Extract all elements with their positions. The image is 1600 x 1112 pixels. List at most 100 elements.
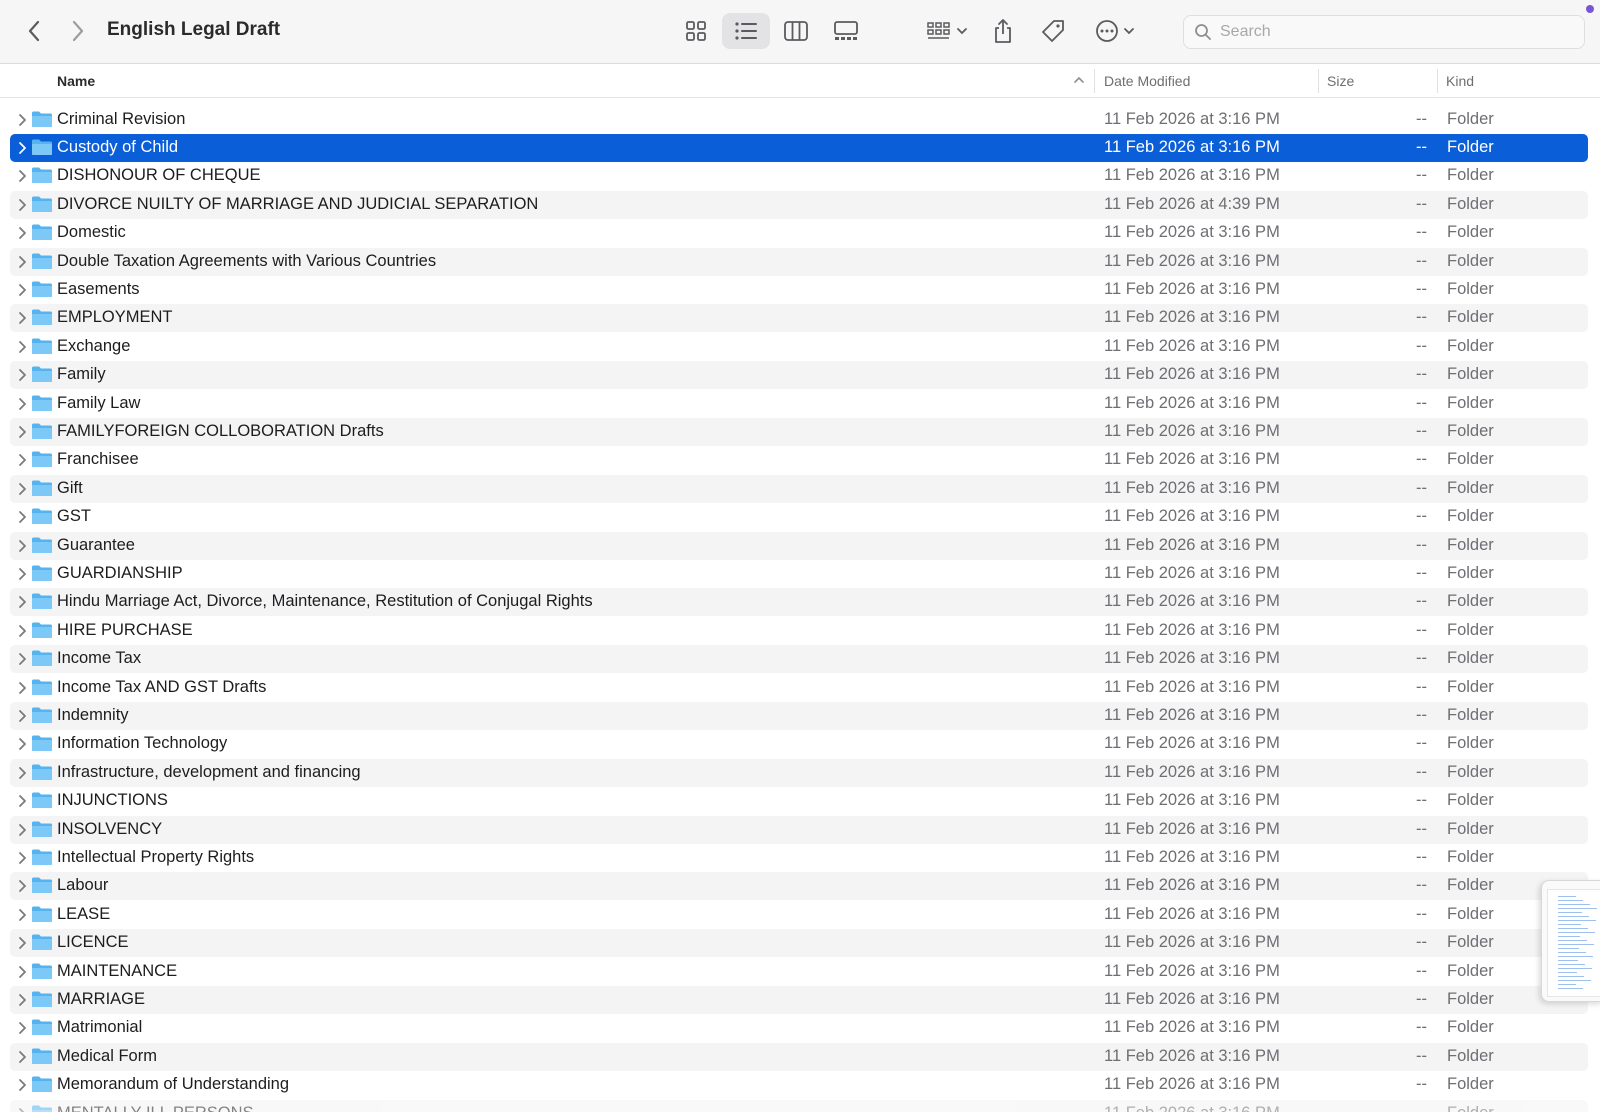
- forward-button[interactable]: [64, 16, 92, 46]
- table-row[interactable]: Labour 11 Feb 2026 at 3:16 PM -- Folder: [10, 872, 1588, 901]
- disclosure-chevron-icon[interactable]: [16, 766, 28, 780]
- gallery-view-button[interactable]: [822, 13, 870, 49]
- disclosure-chevron-icon[interactable]: [16, 595, 28, 609]
- column-separator[interactable]: [1318, 69, 1319, 93]
- disclosure-chevron-icon[interactable]: [16, 993, 28, 1007]
- table-row[interactable]: MENTALLY ILL PERSONS 11 Feb 2026 at 3:16 …: [10, 1099, 1588, 1112]
- search-input[interactable]: [1220, 23, 1560, 41]
- disclosure-chevron-icon[interactable]: [16, 851, 28, 865]
- disclosure-chevron-icon[interactable]: [16, 368, 28, 382]
- disclosure-chevron-icon[interactable]: [16, 1050, 28, 1064]
- column-header-kind[interactable]: Kind: [1446, 73, 1474, 89]
- disclosure-chevron-icon[interactable]: [16, 965, 28, 979]
- screenshot-thumbnail[interactable]: [1541, 880, 1600, 1002]
- table-row[interactable]: Information Technology 11 Feb 2026 at 3:1…: [10, 730, 1588, 758]
- disclosure-chevron-icon[interactable]: [16, 1021, 28, 1035]
- disclosure-chevron-icon[interactable]: [16, 681, 28, 695]
- table-row[interactable]: Family Law 11 Feb 2026 at 3:16 PM -- Folder: [10, 390, 1588, 418]
- disclosure-chevron-icon[interactable]: [16, 169, 28, 183]
- date-modified: 11 Feb 2026 at 3:16 PM: [1104, 876, 1280, 895]
- table-row[interactable]: DISHONOUR OF CHEQUE 11 Feb 2026 at 3:16 P…: [10, 162, 1588, 190]
- file-size: --: [1416, 1075, 1427, 1094]
- table-row[interactable]: Exchange 11 Feb 2026 at 3:16 PM -- Folder: [10, 333, 1588, 361]
- disclosure-chevron-icon[interactable]: [16, 141, 28, 155]
- table-row[interactable]: HIRE PURCHASE 11 Feb 2026 at 3:16 PM -- Fol…: [10, 617, 1588, 645]
- table-row[interactable]: Family 11 Feb 2026 at 3:16 PM -- Folder: [10, 361, 1588, 390]
- group-by-button[interactable]: [922, 15, 972, 47]
- disclosure-chevron-icon[interactable]: [16, 1078, 28, 1092]
- table-row[interactable]: FAMILYFOREIGN COLLOBORATION Drafts 11 Feb…: [10, 417, 1588, 446]
- table-row[interactable]: DIVORCE NUILTY OF MARRIAGE AND JUDICIAL …: [10, 190, 1588, 219]
- disclosure-chevron-icon[interactable]: [16, 482, 28, 496]
- disclosure-chevron-icon[interactable]: [16, 709, 28, 723]
- disclosure-chevron-icon[interactable]: [16, 510, 28, 524]
- icon-view-button[interactable]: [672, 13, 720, 49]
- back-button[interactable]: [20, 16, 48, 46]
- disclosure-chevron-icon[interactable]: [16, 283, 28, 297]
- file-name: MENTALLY ILL PERSONS: [57, 1104, 254, 1112]
- column-header-name[interactable]: Name: [57, 73, 95, 89]
- table-row[interactable]: Domestic 11 Feb 2026 at 3:16 PM -- Folder: [10, 219, 1588, 247]
- table-row[interactable]: Infrastructure, development and financin…: [10, 758, 1588, 787]
- disclosure-chevron-icon[interactable]: [16, 226, 28, 240]
- column-separator[interactable]: [1094, 69, 1095, 93]
- search-field[interactable]: [1183, 15, 1585, 49]
- disclosure-chevron-icon[interactable]: [16, 1107, 28, 1112]
- table-row[interactable]: GST 11 Feb 2026 at 3:16 PM -- Folder: [10, 503, 1588, 531]
- table-row[interactable]: LEASE 11 Feb 2026 at 3:16 PM -- Folder: [10, 901, 1588, 929]
- disclosure-chevron-icon[interactable]: [16, 879, 28, 893]
- disclosure-chevron-icon[interactable]: [16, 652, 28, 666]
- disclosure-chevron-icon[interactable]: [16, 567, 28, 581]
- table-row[interactable]: Matrimonial 11 Feb 2026 at 3:16 PM -- Folde…: [10, 1014, 1588, 1042]
- disclosure-chevron-icon[interactable]: [16, 453, 28, 467]
- table-row[interactable]: Medical Form 11 Feb 2026 at 3:16 PM -- Fold…: [10, 1042, 1588, 1071]
- column-header-date-modified[interactable]: Date Modified: [1104, 73, 1190, 89]
- thumbnail-line: [1558, 952, 1586, 953]
- chevron-down-icon: [957, 28, 967, 35]
- table-row[interactable]: Intellectual Property Rights 11 Feb 2026 …: [10, 844, 1588, 872]
- table-row[interactable]: INSOLVENCY 11 Feb 2026 at 3:16 PM -- Folder: [10, 815, 1588, 844]
- disclosure-chevron-icon[interactable]: [16, 397, 28, 411]
- disclosure-chevron-icon[interactable]: [16, 539, 28, 553]
- disclosure-chevron-icon[interactable]: [16, 425, 28, 439]
- table-row[interactable]: MARRIAGE 11 Feb 2026 at 3:16 PM -- Folder: [10, 985, 1588, 1014]
- table-row[interactable]: Easements 11 Feb 2026 at 3:16 PM -- Folder: [10, 276, 1588, 304]
- share-button[interactable]: [988, 15, 1018, 47]
- table-row[interactable]: INJUNCTIONS 11 Feb 2026 at 3:16 PM -- Folde…: [10, 787, 1588, 815]
- disclosure-chevron-icon[interactable]: [16, 311, 28, 325]
- disclosure-chevron-icon[interactable]: [16, 936, 28, 950]
- table-row[interactable]: Income Tax AND GST Drafts 11 Feb 2026 at …: [10, 674, 1588, 702]
- table-row[interactable]: Franchisee 11 Feb 2026 at 3:16 PM -- Folder: [10, 446, 1588, 474]
- table-row[interactable]: GUARDIANSHIP 11 Feb 2026 at 3:16 PM -- Fold…: [10, 560, 1588, 588]
- table-row[interactable]: Memorandum of Understanding 11 Feb 2026 a…: [10, 1071, 1588, 1099]
- tag-button[interactable]: [1038, 15, 1068, 47]
- file-name: Income Tax AND GST Drafts: [57, 677, 267, 696]
- list-view-button[interactable]: [722, 13, 770, 49]
- table-row[interactable]: LICENCE 11 Feb 2026 at 3:16 PM -- Folder: [10, 929, 1588, 958]
- table-row[interactable]: Indemnity 11 Feb 2026 at 3:16 PM -- Folder: [10, 701, 1588, 730]
- table-row[interactable]: Guarantee 11 Feb 2026 at 3:16 PM -- Folder: [10, 531, 1588, 560]
- disclosure-chevron-icon[interactable]: [16, 908, 28, 922]
- column-view-button[interactable]: [772, 13, 820, 49]
- table-row[interactable]: Criminal Revision 11 Feb 2026 at 3:16 PM -…: [10, 106, 1588, 134]
- disclosure-chevron-icon[interactable]: [16, 737, 28, 751]
- disclosure-chevron-icon[interactable]: [16, 794, 28, 808]
- column-separator[interactable]: [1437, 69, 1438, 93]
- table-row[interactable]: Double Taxation Agreements with Various …: [10, 247, 1588, 276]
- disclosure-chevron-icon[interactable]: [16, 198, 28, 212]
- date-modified: 11 Feb 2026 at 3:16 PM: [1104, 365, 1280, 384]
- table-row[interactable]: Income Tax 11 Feb 2026 at 3:16 PM -- Folder: [10, 645, 1588, 674]
- table-row[interactable]: Hindu Marriage Act, Divorce, Maintenance…: [10, 588, 1588, 617]
- file-kind: Folder: [1447, 308, 1494, 327]
- disclosure-chevron-icon[interactable]: [16, 340, 28, 354]
- disclosure-chevron-icon[interactable]: [16, 823, 28, 837]
- table-row[interactable]: MAINTENANCE 11 Feb 2026 at 3:16 PM -- Folde…: [10, 958, 1588, 986]
- disclosure-chevron-icon[interactable]: [16, 113, 28, 127]
- table-row[interactable]: Gift 11 Feb 2026 at 3:16 PM -- Folder: [10, 474, 1588, 503]
- more-actions-button[interactable]: [1090, 15, 1140, 47]
- column-header-size[interactable]: Size: [1327, 73, 1354, 89]
- table-row[interactable]: EMPLOYMENT 11 Feb 2026 at 3:16 PM -- Folder: [10, 304, 1588, 333]
- table-row[interactable]: Custody of Child 11 Feb 2026 at 3:16 PM --…: [10, 133, 1588, 162]
- disclosure-chevron-icon[interactable]: [16, 624, 28, 638]
- disclosure-chevron-icon[interactable]: [16, 255, 28, 269]
